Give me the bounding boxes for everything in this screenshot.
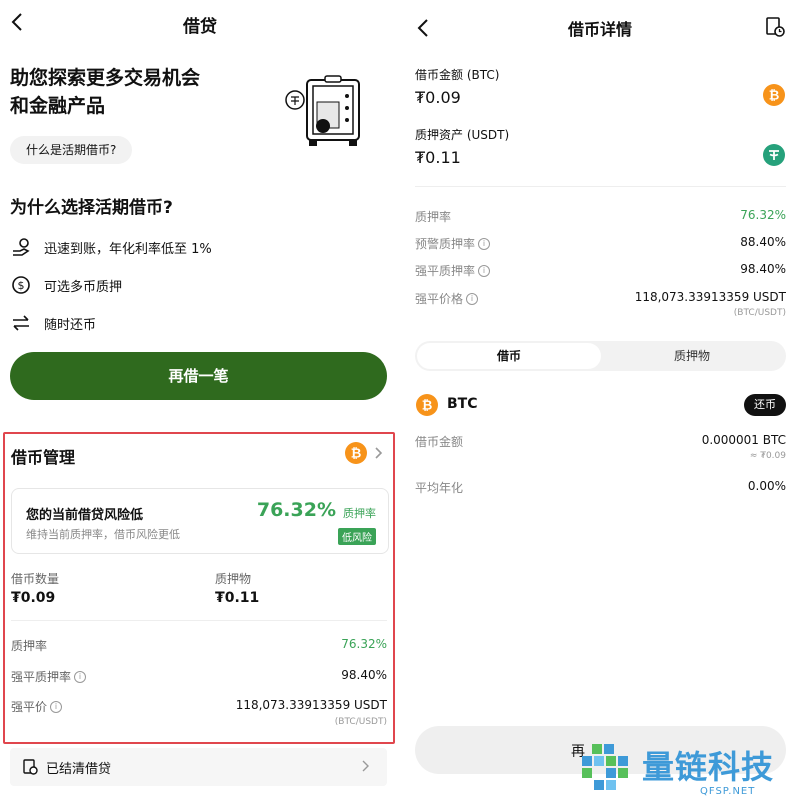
divider	[415, 186, 786, 187]
repay-button[interactable]: 还币	[744, 394, 786, 416]
why-choose-heading: 为什么选择活期借币?	[10, 198, 173, 218]
stat-value: 76.32%	[341, 637, 387, 651]
feature-fast-text: 迅速到账，年化利率低至 1%	[44, 241, 212, 257]
info-icon[interactable]: i	[478, 237, 491, 250]
detail-row: 借币金额 0.000001 BTC	[415, 433, 786, 451]
chevron-right-icon	[362, 760, 369, 772]
watermark-text: 量链科技	[642, 748, 775, 786]
divider	[11, 620, 387, 621]
low-risk-badge: 低风险	[338, 528, 376, 545]
stat-value: 118,073.33913359 USDT	[634, 290, 786, 304]
borrow-qty-label: 借币数量	[11, 572, 60, 586]
pair-note: (BTC/USDT)	[334, 717, 387, 727]
vault-illustration-icon	[285, 75, 360, 146]
stat-value: 88.40%	[740, 235, 786, 249]
stat-row: 强平价格 i 118,073.33913359 USDT	[415, 290, 786, 308]
detail-value: 0.00%	[747, 479, 786, 493]
svg-text:$: $	[18, 279, 25, 292]
collateral-asset-label: 质押资产 (USDT)	[415, 128, 510, 142]
page-title: 借币详情	[567, 20, 632, 39]
info-icon[interactable]: i	[74, 670, 87, 683]
btc-coin-icon: ₿	[763, 84, 785, 106]
info-icon[interactable]: i	[50, 700, 63, 713]
detail-row: 平均年化 0.00%	[415, 479, 786, 497]
btc-coin-icon: ₿	[416, 394, 438, 416]
loan-management-card[interactable]: 借币管理 ₿ 您的当前借贷风险低 维持当前质押率，借币风险更低 76.32% 质…	[3, 432, 395, 744]
detail-label: 平均年化	[415, 481, 464, 495]
collateral-ratio-label: 质押率	[343, 507, 376, 520]
borrow-qty-value: ₮0.09	[11, 590, 56, 606]
stat-label: 强平价格	[415, 292, 464, 306]
detail-tabs: 借币 质押物	[415, 341, 786, 371]
order-history-icon[interactable]	[764, 16, 786, 38]
risk-subtitle: 维持当前质押率，借币风险更低	[26, 528, 180, 541]
detail-value: 0.000001 BTC	[701, 433, 786, 447]
stat-row: 强平质押率 i 98.40%	[415, 262, 786, 280]
collateral-label: 质押物	[215, 572, 252, 586]
stat-value: 118,073.33913359 USDT	[235, 698, 387, 712]
usdt-coin-icon	[763, 144, 785, 166]
coin-name: BTC	[447, 396, 478, 412]
collateral-asset-value: ₮0.11	[415, 148, 461, 167]
info-icon[interactable]: i	[478, 264, 491, 277]
hero-line-2: 和金融产品	[10, 95, 106, 117]
settled-loans-label: 已结清借贷	[46, 762, 112, 777]
stat-row: 强平价 i 118,073.33913359 USDT	[11, 698, 387, 718]
stat-label: 强平价	[11, 700, 48, 714]
stat-label: 预警质押率	[415, 237, 476, 251]
stat-value: 98.40%	[740, 262, 786, 276]
collateral-value: ₮0.11	[215, 590, 260, 606]
stat-label: 强平质押率	[415, 264, 476, 278]
collateral-ratio-value: 76.32%	[256, 499, 336, 521]
swap-arrows-icon	[10, 312, 32, 334]
stat-label: 强平质押率	[11, 670, 72, 684]
borrow-amount-value: ₮0.09	[415, 88, 461, 107]
btc-coin-icon: ₿	[345, 442, 367, 464]
borrow-amount-label: 借币金额 (BTC)	[415, 68, 500, 82]
loan-detail-screen: 借币详情 借币金额 (BTC) ₮0.09 ₿ 质押资产 (USDT) ₮0.1…	[400, 0, 800, 802]
page-title: 借贷	[183, 17, 217, 37]
stat-label: 质押率	[11, 639, 48, 653]
detail-label: 借币金额	[415, 435, 464, 449]
loan-overview-screen: 借贷 助您探索更多交易机会 和金融产品 什么是活期借币? 为什么选择活期借币? …	[0, 0, 400, 802]
feature-fast: 迅速到账，年化利率低至 1%	[10, 236, 212, 258]
approx-value: ≈ ₮0.09	[749, 451, 786, 461]
tab-collateral[interactable]: 质押物	[600, 343, 784, 369]
svg-text:₿: ₿	[351, 447, 362, 462]
stat-label: 质押率	[415, 210, 452, 224]
stat-value: 76.32%	[740, 208, 786, 222]
feature-repay-anytime: 随时还币	[10, 312, 96, 334]
svg-text:₿: ₿	[769, 89, 780, 104]
loan-management-title: 借币管理	[11, 448, 76, 467]
stat-value: 98.40%	[341, 668, 387, 682]
hero-line-1: 助您探索更多交易机会	[10, 67, 201, 89]
chevron-right-icon[interactable]	[373, 444, 385, 462]
feature-repay-anytime-text: 随时还币	[44, 317, 97, 333]
feature-multi-collateral-text: 可选多币质押	[44, 279, 123, 295]
hand-coin-icon	[10, 236, 32, 258]
watermark-logo: 量链科技 QFSP.NET	[578, 740, 798, 800]
pair-note: (BTC/USDT)	[733, 308, 786, 318]
stat-row: 质押率 76.32%	[11, 637, 387, 657]
hero-heading: 助您探索更多交易机会 和金融产品	[10, 64, 260, 120]
dollar-circle-icon: $	[10, 274, 32, 296]
what-is-flexible-loan-button[interactable]: 什么是活期借币?	[10, 136, 133, 164]
borrow-again-button[interactable]: 再借一笔	[10, 352, 387, 400]
info-icon[interactable]: i	[466, 292, 479, 305]
risk-level-box: 您的当前借贷风险低 维持当前质押率，借币风险更低 76.32% 质押率 低风险	[11, 488, 389, 554]
stat-row: 预警质押率 i 88.40%	[415, 235, 786, 253]
stat-row: 质押率 76.32%	[415, 208, 786, 226]
watermark-domain: QFSP.NET	[700, 786, 756, 797]
settled-loans-link[interactable]: 已结清借贷	[10, 748, 387, 786]
feature-multi-collateral: $ 可选多币质押	[10, 274, 122, 296]
header: 借贷	[0, 0, 400, 44]
watermark-mosaic-icon	[582, 744, 628, 790]
svg-text:₿: ₿	[422, 399, 433, 414]
risk-title: 您的当前借贷风险低	[26, 508, 144, 523]
document-clock-icon	[23, 759, 38, 775]
tab-borrow[interactable]: 借币	[417, 343, 601, 369]
stat-row: 强平质押率 i 98.40%	[11, 668, 387, 688]
